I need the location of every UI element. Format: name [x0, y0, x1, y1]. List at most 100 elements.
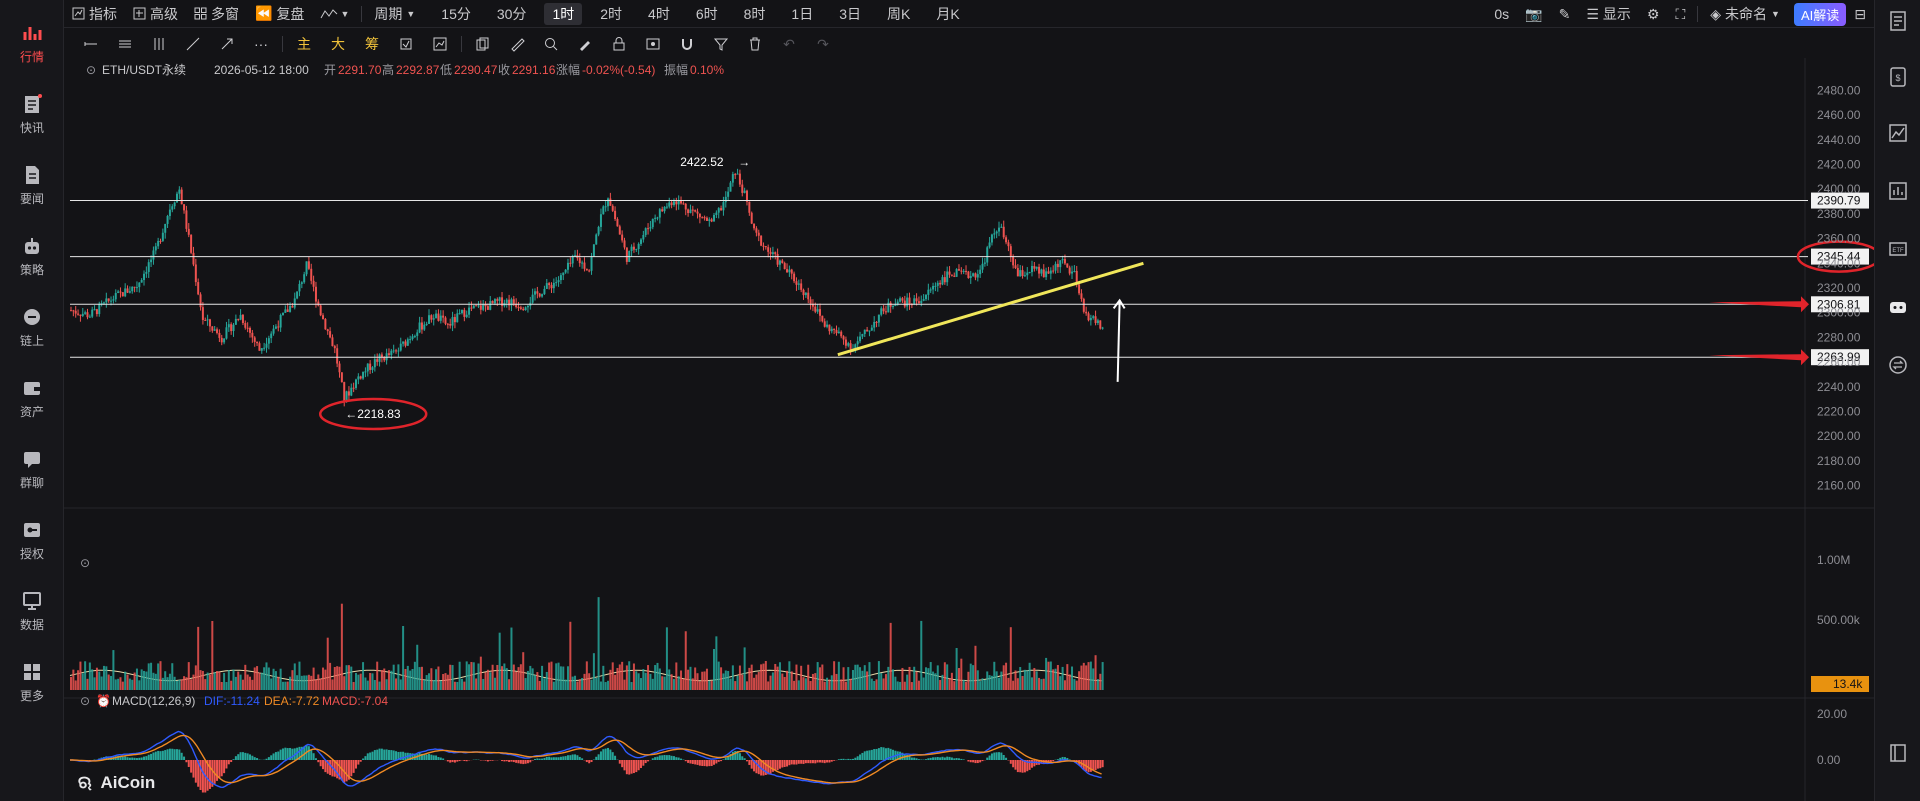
candle-body	[183, 204, 186, 211]
nav-item-9[interactable]: 更多	[0, 652, 64, 712]
depth-icon[interactable]	[1887, 122, 1909, 144]
candle-body	[899, 298, 902, 302]
bot-icon[interactable]	[1887, 296, 1909, 318]
multi-window-button[interactable]: 多窗	[186, 3, 247, 25]
brush-tool[interactable]	[568, 32, 602, 56]
macd-bar	[183, 756, 186, 760]
volume-bar	[764, 660, 767, 690]
etf-icon[interactable]: ETF	[1887, 238, 1909, 260]
candle-body	[844, 339, 847, 346]
candle-body	[258, 343, 261, 351]
advanced-button[interactable]: 高级	[125, 3, 186, 25]
nav-item-8[interactable]: 数据	[0, 581, 64, 641]
ruler-tool[interactable]	[500, 32, 534, 56]
text-tool-chips[interactable]: 筹	[355, 32, 389, 56]
horizontal-line-tool[interactable]	[108, 32, 142, 56]
candle-body	[955, 269, 958, 277]
chart-style-button[interactable]: ▼	[312, 3, 357, 25]
display-button[interactable]: ☰ 显示	[1578, 3, 1639, 25]
candle-body	[717, 208, 720, 213]
interval-tab[interactable]: 6时	[688, 3, 726, 25]
macd-bar	[668, 755, 671, 760]
nav-item-1[interactable]: 快讯	[0, 84, 64, 144]
settings-button[interactable]: ⚙	[1639, 3, 1668, 25]
macd-tick-label: 20.00	[1817, 707, 1847, 721]
swap-icon[interactable]	[1887, 354, 1909, 376]
book-icon[interactable]	[1887, 742, 1909, 764]
layout-select[interactable]: ◈ 未命名 ▼	[1702, 3, 1788, 25]
volume-bar	[352, 682, 355, 690]
nav-label: 要闻	[19, 191, 44, 206]
copy-tool[interactable]	[466, 32, 500, 56]
lock-tool[interactable]	[602, 32, 636, 56]
macd-pane-toggle-icon[interactable]: ⊙	[80, 694, 90, 708]
nav-item-6[interactable]: 群聊	[0, 439, 64, 499]
fullscreen-button[interactable]: ⛶	[1667, 3, 1693, 25]
candle-body	[639, 239, 642, 244]
nav-item-5[interactable]: 资产	[0, 368, 64, 428]
volume-bar	[418, 667, 421, 690]
ai-analysis-button[interactable]: AI解读	[1793, 2, 1847, 26]
nav-item-2[interactable]: 要闻	[0, 155, 64, 215]
text-tool-large[interactable]: 大	[321, 32, 355, 56]
ray-tool[interactable]	[74, 32, 108, 56]
trade-icon[interactable]: $	[1887, 66, 1909, 88]
volume-bar	[190, 679, 193, 690]
interval-tab[interactable]: 1时	[544, 2, 583, 25]
interval-tab[interactable]: 4时	[640, 3, 678, 25]
redo-button[interactable]: ↷	[806, 32, 840, 56]
volume-pane-toggle-icon[interactable]: ⊙	[80, 556, 90, 570]
volume-bar	[670, 674, 673, 690]
interval-tab[interactable]: 30分	[489, 3, 535, 25]
trendline-tool[interactable]	[176, 32, 210, 56]
key-icon	[24, 522, 40, 537]
volume-bar	[661, 676, 664, 690]
candle-body	[969, 275, 972, 279]
candle-body	[267, 338, 270, 344]
measure-tool[interactable]	[423, 32, 457, 56]
screenshot-button[interactable]: 📷	[1517, 3, 1550, 25]
interval-tab[interactable]: 15分	[433, 3, 479, 25]
volume-bar	[644, 672, 647, 690]
interval-tab[interactable]: 8时	[736, 3, 774, 25]
volume-bar	[380, 670, 383, 690]
more-tools[interactable]: ···	[244, 32, 278, 56]
volume-bar	[369, 673, 372, 690]
orders-icon[interactable]	[1887, 10, 1909, 32]
volume-bar	[943, 662, 946, 690]
collapse-button[interactable]: ⊟	[1846, 3, 1874, 25]
candle-body	[790, 269, 793, 274]
magnet-tool[interactable]	[670, 32, 704, 56]
interval-tab[interactable]: 周K	[879, 3, 918, 25]
stamp-tool[interactable]	[389, 32, 423, 56]
edit-button[interactable]: ✎	[1551, 3, 1579, 25]
nav-item-7[interactable]: 授权	[0, 510, 64, 570]
zoom-tool[interactable]	[534, 32, 568, 56]
macd-bar	[564, 756, 567, 760]
interval-tab[interactable]: 月K	[928, 3, 967, 25]
macd-bar	[124, 756, 127, 760]
nav-item-3[interactable]: 策略	[0, 226, 64, 286]
text-tool-main[interactable]: 主	[287, 32, 321, 56]
visibility-tool[interactable]	[636, 32, 670, 56]
delete-tool[interactable]	[738, 32, 772, 56]
interval-tab[interactable]: 3日	[831, 3, 869, 25]
replay-button[interactable]: ⏪ 复盘	[247, 3, 312, 25]
stats-icon[interactable]	[1887, 180, 1909, 202]
arrow-tool[interactable]	[210, 32, 244, 56]
filter-tool[interactable]	[704, 32, 738, 56]
volume-bar	[265, 662, 268, 690]
candle-body	[72, 310, 75, 312]
price-chart[interactable]: 2390.792345.442306.812263.99 2422.52 →← 22…	[64, 58, 1874, 801]
volume-bar	[738, 665, 741, 690]
interval-tab[interactable]: 1日	[783, 3, 821, 25]
vertical-line-tool[interactable]	[142, 32, 176, 56]
nav-item-0[interactable]: 行情	[0, 13, 64, 73]
collapse-indicator-icon[interactable]: ⊙	[86, 63, 96, 77]
undo-button[interactable]: ↶	[772, 32, 806, 56]
nav-item-4[interactable]: 链上	[0, 297, 64, 357]
period-button[interactable]: 周期 ▼	[366, 3, 423, 25]
interval-tab[interactable]: 2时	[592, 3, 630, 25]
alarm-icon[interactable]: ⏰	[96, 693, 111, 708]
indicators-button[interactable]: 指标	[64, 3, 125, 25]
